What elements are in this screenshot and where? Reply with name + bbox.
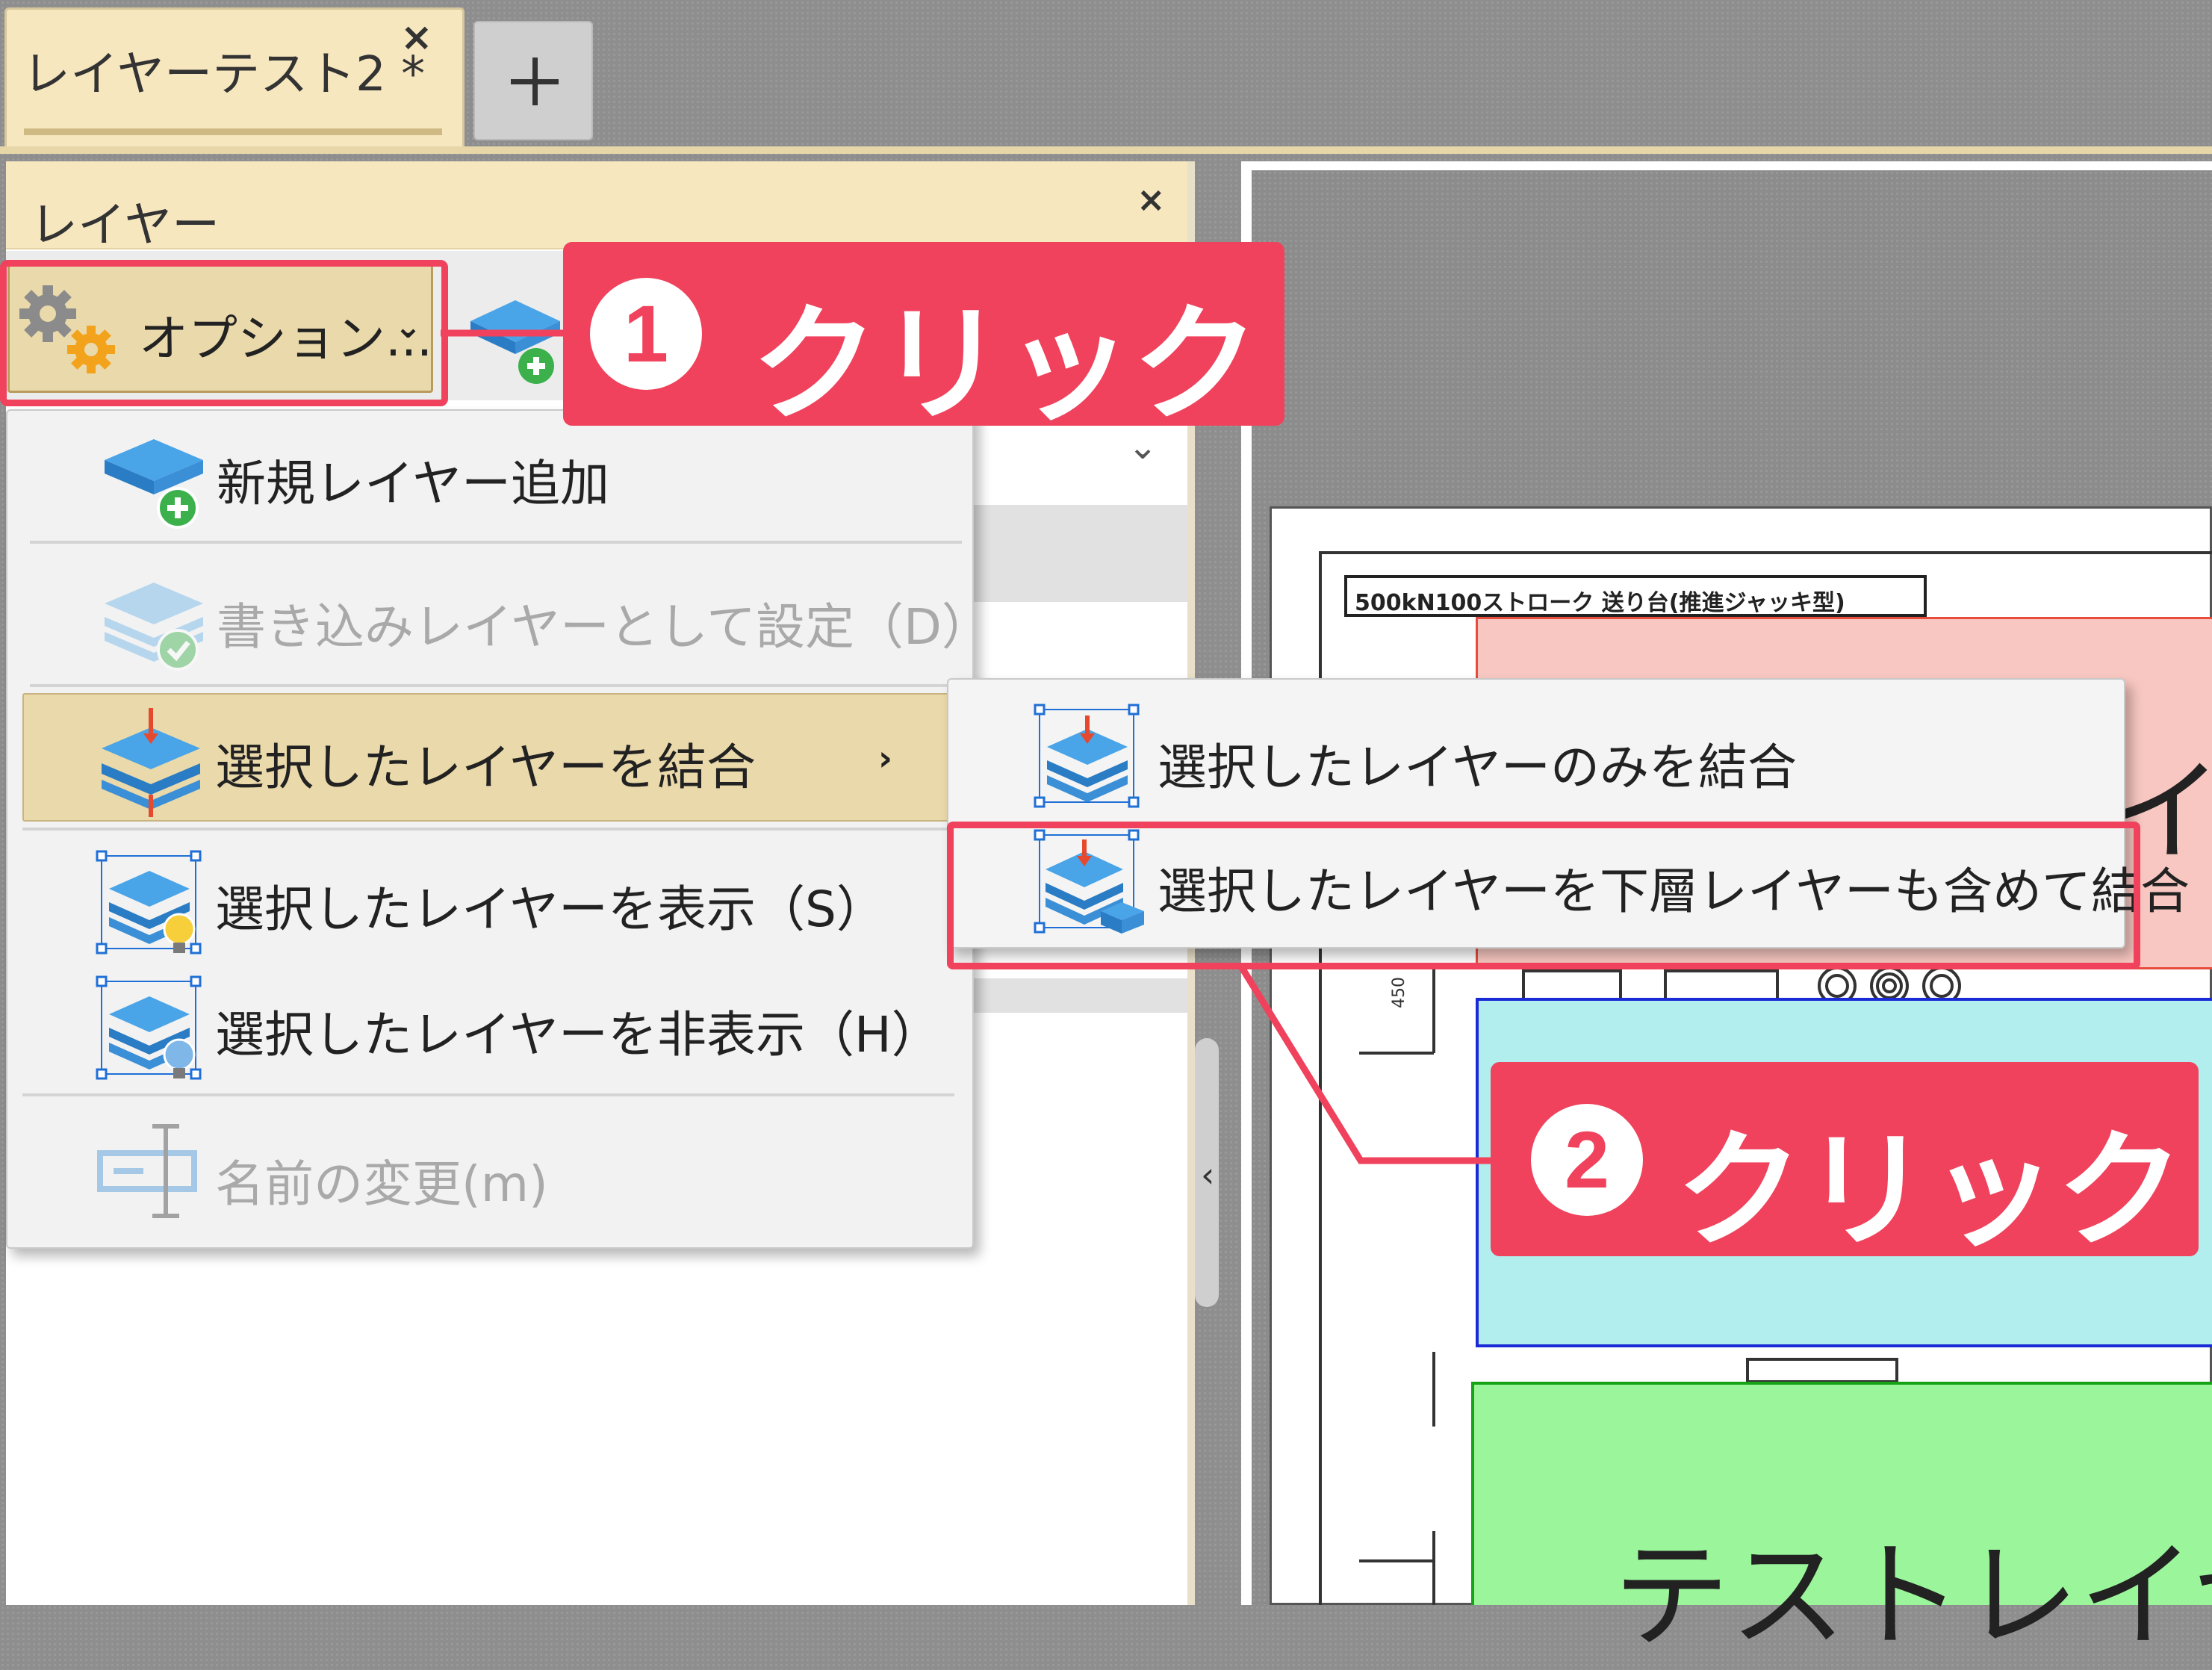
drawing-title: 500kN100ストローク 送り台(推進ジャッキ型) xyxy=(1355,590,1845,616)
active-tab-indicator xyxy=(24,128,442,135)
callout-2: 2 クリック xyxy=(1491,1062,2199,1265)
panel-close-icon[interactable]: × xyxy=(1137,179,1166,220)
merge-selected-only-icon xyxy=(1034,704,1140,808)
show-layer-icon xyxy=(96,850,202,954)
callout-1-connector xyxy=(441,329,575,337)
layer-list-row[interactable] xyxy=(971,505,1187,602)
hide-layer-icon xyxy=(96,975,202,1080)
merge-layers-icon xyxy=(102,708,200,817)
menu-item-add-layer[interactable]: 新規レイヤー追加 xyxy=(217,444,609,515)
add-layer-icon xyxy=(105,439,203,529)
green-layer-text: テストレイヤ xyxy=(1613,1528,2212,1664)
callout-2-text: クリック xyxy=(1676,1117,2184,1265)
menu-separator xyxy=(22,828,954,831)
callout-2-connector xyxy=(1238,964,1501,1164)
submenu-arrow-icon: › xyxy=(878,738,892,778)
callout-1-number: 1 xyxy=(590,278,702,390)
menu-separator xyxy=(30,541,962,544)
rename-icon xyxy=(97,1124,197,1218)
collapse-arrow-icon: ‹ xyxy=(1201,1155,1215,1195)
menu-item-show-layer[interactable]: 選択したレイヤーを表示（S） xyxy=(215,869,886,941)
options-highlight-frame xyxy=(0,260,448,406)
tab-bar-divider xyxy=(0,146,2212,154)
menu-separator xyxy=(30,684,962,687)
new-tab-button[interactable] xyxy=(473,21,593,140)
document-tab-label: レイヤーテスト2 * xyxy=(22,47,426,102)
panel-title: レイヤー xyxy=(30,198,220,253)
submenu-highlight-frame xyxy=(947,822,2140,969)
submenu-item-merge-selected-only[interactable]: 選択したレイヤーのみを結合 xyxy=(1158,727,1797,799)
callout-2-number: 2 xyxy=(1531,1104,1643,1216)
menu-item-hide-layer[interactable]: 選択したレイヤーを非表示（H） xyxy=(215,995,941,1067)
layer-list-row[interactable] xyxy=(971,978,1187,1013)
menu-separator xyxy=(22,1093,954,1096)
menu-item-rename: 名前の変更(m) xyxy=(215,1155,548,1213)
set-write-layer-icon xyxy=(105,583,203,671)
tab-close-icon[interactable]: × xyxy=(400,15,433,60)
menu-item-merge-label: 選択したレイヤーを結合 xyxy=(215,739,757,796)
menu-item-set-write-layer: 書き込みレイヤーとして設定（D） xyxy=(217,598,991,656)
callout-1: 1 クリック xyxy=(563,242,1284,439)
callout-1-text: クリック xyxy=(751,291,1260,439)
